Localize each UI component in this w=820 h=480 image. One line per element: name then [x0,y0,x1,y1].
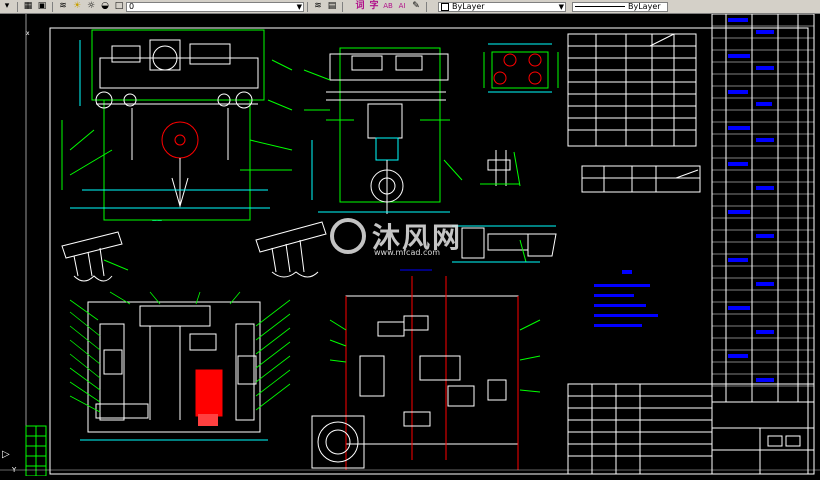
chevron-down-icon: ▼ [296,2,302,11]
shaft-detail-right [255,221,327,278]
text-tool-ai-icon[interactable]: AI [396,1,408,12]
gear-housing-detail [452,225,557,263]
toolbar-separator [307,1,308,12]
color-swatch-white-icon [441,2,449,11]
technical-notes [594,270,658,327]
ucs-icon: ▷ [2,449,10,460]
parts-list-table [711,13,815,403]
color-select[interactable]: ByLayer ▼ [438,1,566,12]
chevron-down-icon: ▼ [558,2,564,11]
spec-table-small [581,165,701,193]
layer-state-icon[interactable]: ▣ [36,1,48,12]
watermark-url: www.mfcad.com [374,248,441,257]
toolbar-separator [426,1,427,12]
toolbar-separator [342,1,343,12]
small-parts-top [480,43,559,187]
freeze-icon[interactable]: ☼ [85,1,97,12]
linetype-select-value: ByLayer [628,2,661,11]
layer-select[interactable]: 0 ▼ [126,1,304,12]
spec-table-top [567,33,697,147]
linetype-select[interactable]: ByLayer [572,1,668,12]
dropdown-arrow-icon[interactable]: ▾ [1,1,13,12]
front-view-assembly: —— [61,29,293,224]
layer-stack-icon[interactable]: ≋ [57,1,69,12]
section-view-middle [311,269,541,470]
text-tool-ci-icon[interactable]: 词 [354,1,366,12]
layer-previous-icon[interactable]: ≋ [312,1,324,12]
plan-view-left [69,291,291,441]
color-select-value: ByLayer [452,2,485,11]
layer-manager-icon[interactable]: ▦ [22,1,34,12]
toolbar-separator [52,1,53,12]
corner-label: x [26,30,30,37]
match-layer-icon[interactable]: ▤ [326,1,338,12]
watermark-logo-icon [330,218,366,254]
text-tool-zi-icon[interactable]: 字 [368,1,380,12]
text-style-icon[interactable]: ✎ [410,1,422,12]
toolbar-separator [17,1,18,12]
linetype-line-icon [575,6,625,7]
lightbulb-icon[interactable]: ☀ [71,1,83,12]
cad-toolbar: ▾ ▦ ▣ ≋ ☀ ☼ ◒ □ 0 ▼ ≋ ▤ 词 字 AB AI ✎ ByLa… [0,0,820,14]
text-tool-ab-icon[interactable]: AB [382,1,394,12]
title-block [567,383,815,475]
side-view-assembly [303,47,463,214]
svg-text:——: —— [152,218,162,224]
lock-icon[interactable]: ◒ [99,1,111,12]
color-swatch-icon[interactable]: □ [113,1,125,12]
shaft-detail-left [61,231,129,282]
ucs-axis-label: Y [12,466,17,474]
layer-select-value: 0 [129,2,135,11]
